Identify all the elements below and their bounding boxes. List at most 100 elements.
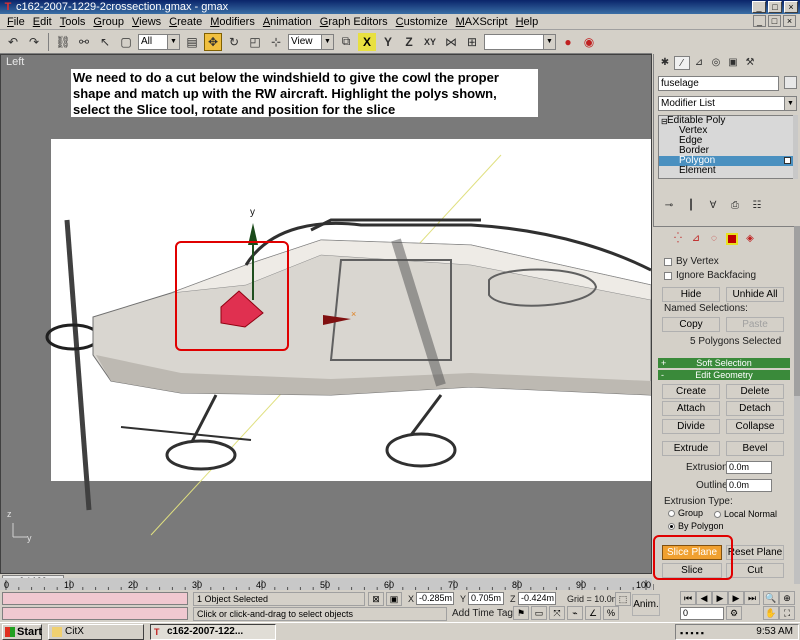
unlink-icon[interactable]: ⚯ <box>75 33 93 51</box>
outline-spinner[interactable]: 0.0m <box>726 479 772 492</box>
by-vertex-checkbox[interactable]: By Vertex <box>664 256 719 268</box>
maximize-button[interactable]: □ <box>768 1 782 13</box>
absolute-mode-icon[interactable]: ▣ <box>386 592 402 606</box>
create-button[interactable]: Create <box>662 384 720 399</box>
modifier-list-dropdown[interactable]: Modifier List ▼ <box>658 96 797 111</box>
current-frame-field[interactable]: 0 <box>680 607 724 620</box>
snap-toggle-icon[interactable]: ⌁ <box>567 606 583 620</box>
menu-maxscript[interactable]: MAXScript <box>452 14 512 30</box>
detach-button[interactable]: Detach <box>726 401 784 416</box>
object-name-field[interactable]: fuselage <box>658 76 779 91</box>
next-frame-icon[interactable]: ▶ <box>728 591 744 605</box>
select-by-name-icon[interactable]: ▤ <box>183 33 201 51</box>
angle-snap-icon[interactable]: ∠ <box>585 606 601 620</box>
undo-icon[interactable]: ↶ <box>4 33 22 51</box>
menu-animation[interactable]: Animation <box>259 14 316 30</box>
hierarchy-tab-icon[interactable]: ⊿ <box>691 56 707 70</box>
selection-filter-dropdown[interactable]: All ▼ <box>138 33 180 50</box>
element-level-icon[interactable]: ◈ <box>744 233 756 245</box>
x-coord-field[interactable]: -0.285m <box>416 592 454 605</box>
copy-selection-button[interactable]: Copy <box>662 317 720 332</box>
minimize-button[interactable]: _ <box>752 1 766 13</box>
menu-tools[interactable]: Tools <box>56 14 90 30</box>
bevel-button[interactable]: Bevel <box>726 441 784 456</box>
zoom-icon[interactable]: 🔍 <box>763 591 779 605</box>
pin-stack-icon[interactable]: ⊸ <box>662 200 676 212</box>
zoom-all-icon[interactable]: ⊕ <box>779 591 795 605</box>
motion-tab-icon[interactable]: ◎ <box>708 56 724 70</box>
menu-modifiers[interactable]: Modifiers <box>206 14 259 30</box>
delete-button[interactable]: Delete <box>726 384 784 399</box>
play-icon[interactable]: ▶ <box>712 591 728 605</box>
border-level-icon[interactable]: ◌ <box>708 233 720 245</box>
menu-graph-editors[interactable]: Graph Editors <box>316 14 392 30</box>
reset-plane-button[interactable]: Reset Plane <box>726 545 784 560</box>
remove-modifier-icon[interactable]: ⎙ <box>728 200 742 212</box>
left-viewport[interactable]: Left × y z y We need to do a cut below t… <box>0 54 652 574</box>
edit-geometry-rollout-header[interactable]: - Edit Geometry <box>658 370 790 380</box>
cut-button[interactable]: Cut <box>726 563 784 578</box>
taskbar-item-citx[interactable]: CitX <box>48 624 144 640</box>
stack-item-element[interactable]: Element <box>659 166 793 176</box>
menu-help[interactable]: Help <box>512 14 543 30</box>
mirror-icon[interactable]: ⋈ <box>442 33 460 51</box>
animate-button[interactable]: Anim. <box>632 594 660 616</box>
vertex-level-icon[interactable]: ⁛ <box>672 233 684 245</box>
tray-icons[interactable]: ▪▪▪▪▪ <box>680 626 706 640</box>
by-polygon-radio[interactable]: By Polygon <box>668 521 724 532</box>
select-and-scale-icon[interactable]: ◰ <box>246 33 264 51</box>
command-panel-scrollbar[interactable] <box>794 226 800 584</box>
rect-selection-region-icon[interactable]: ▢ <box>117 33 135 51</box>
soft-selection-rollout-header[interactable]: + Soft Selection <box>658 358 790 368</box>
extrusion-spinner[interactable]: 0.0m <box>726 461 772 474</box>
go-to-end-icon[interactable]: ⏭ <box>744 591 760 605</box>
axis-x-button[interactable]: X <box>358 32 376 51</box>
render-icon[interactable]: ◉ <box>580 33 598 51</box>
start-button[interactable]: Start <box>2 624 42 640</box>
menu-create[interactable]: Create <box>165 14 206 30</box>
axis-xy-button[interactable]: XY <box>421 33 439 51</box>
select-and-rotate-icon[interactable]: ↻ <box>225 33 243 51</box>
add-time-tag[interactable]: Add Time Tag <box>452 608 513 620</box>
show-end-result-icon[interactable]: ┃ <box>684 200 698 212</box>
taskbar-item-gmax[interactable]: Tc162-2007-122... <box>150 624 276 640</box>
make-unique-icon[interactable]: ∀ <box>706 200 720 212</box>
menu-file[interactable]: File <box>3 14 29 30</box>
display-tab-icon[interactable]: ▣ <box>725 56 741 70</box>
spinner-snap-icon[interactable]: ⬚ <box>615 592 631 606</box>
hide-button[interactable]: Hide <box>662 287 720 302</box>
y-coord-field[interactable]: 0.705m <box>468 592 504 605</box>
axis-z-button[interactable]: Z <box>400 33 418 51</box>
z-coord-field[interactable]: -0.424m <box>518 592 556 605</box>
paste-selection-button[interactable]: Paste <box>726 317 784 332</box>
unhide-all-button[interactable]: Unhide All <box>726 287 784 302</box>
select-and-link-icon[interactable]: ⛓ <box>54 33 72 51</box>
pan-icon[interactable]: ✋ <box>763 606 779 620</box>
maxscript-listener-top[interactable] <box>2 592 188 605</box>
select-object-icon[interactable]: ↖ <box>96 33 114 51</box>
time-config-icon[interactable]: ⚙ <box>726 606 742 620</box>
axis-y-button[interactable]: Y <box>379 33 397 51</box>
maxscript-listener-bottom[interactable] <box>2 607 188 620</box>
named-selection-dropdown[interactable]: ▼ <box>484 33 556 50</box>
menu-customize[interactable]: Customize <box>392 14 452 30</box>
group-radio[interactable]: Group <box>668 508 703 519</box>
doc-close-button[interactable]: × <box>783 15 796 27</box>
percent-snap-icon[interactable]: % <box>603 606 619 620</box>
stack-scrollbar[interactable] <box>793 115 798 179</box>
align-icon[interactable]: ⊞ <box>463 33 481 51</box>
previous-frame-icon[interactable]: ◀ <box>696 591 712 605</box>
doc-minimize-button[interactable]: _ <box>753 15 766 27</box>
use-pivot-icon[interactable]: ⧉ <box>337 33 355 51</box>
select-and-move-icon[interactable]: ✥ <box>204 32 222 51</box>
extrude-button[interactable]: Extrude <box>662 441 720 456</box>
maximize-viewport-icon[interactable]: ⛶ <box>779 606 795 620</box>
divide-button[interactable]: Divide <box>662 419 720 434</box>
edge-level-icon[interactable]: ⊿ <box>690 233 702 245</box>
create-tab-icon[interactable]: ✱ <box>657 56 673 70</box>
pivot-center-icon[interactable]: ⊹ <box>267 33 285 51</box>
polygon-level-icon[interactable] <box>726 233 738 245</box>
menu-edit[interactable]: Edit <box>29 14 56 30</box>
menu-views[interactable]: Views <box>128 14 165 30</box>
doc-restore-button[interactable]: □ <box>768 15 781 27</box>
